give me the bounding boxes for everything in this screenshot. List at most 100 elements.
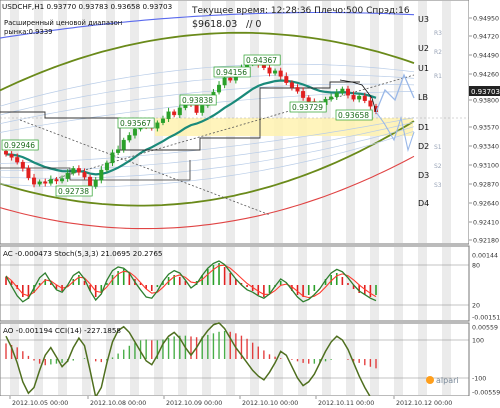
candle-body	[329, 96, 334, 100]
time-tick-label: 2012.10.10 00:00	[242, 400, 298, 407]
price-tick-label: 0.94950	[473, 16, 499, 23]
price-tick-label: 0.93340	[473, 144, 499, 151]
candle-body	[166, 111, 171, 120]
level-label: D2	[418, 142, 429, 151]
candle-body	[104, 162, 109, 171]
ao-tick-label: 100	[472, 338, 484, 345]
candle-body	[99, 169, 104, 181]
candle-body	[65, 172, 70, 179]
candle-body	[200, 105, 205, 113]
time-stripe	[106, 1, 115, 243]
candle-body	[340, 88, 345, 94]
candle-body	[345, 88, 350, 96]
candle-body	[15, 157, 20, 163]
time-stripe	[442, 1, 451, 243]
time-stripe	[298, 247, 307, 320]
candle-body	[93, 180, 98, 187]
level-label: U2	[418, 44, 429, 53]
ao-tick-label: -0.00559	[472, 390, 500, 397]
candle-body	[368, 100, 373, 107]
candle-body	[357, 95, 362, 100]
candle-body	[32, 177, 37, 185]
symbol-line: USDCHF,H1 0.93770 0.93783 0.93658 0.9370…	[2, 2, 172, 11]
candle-body	[301, 91, 306, 98]
candle-body	[289, 82, 294, 88]
inner-band-label: S1	[434, 144, 442, 151]
zero-counter: // 0	[246, 19, 261, 30]
time-stripe	[202, 247, 211, 320]
time-tick-label: 2012.10.08 00:00	[90, 400, 146, 407]
time-tick-label: 2012.10.05 00:00	[12, 400, 68, 407]
alpari-watermark: alpari	[436, 376, 459, 385]
time-stripe	[370, 324, 379, 395]
candle-body	[127, 135, 132, 141]
ao-tick-label: 0.00559	[472, 325, 498, 332]
candle-body	[228, 77, 233, 81]
candle-body	[273, 70, 278, 74]
time-stripe	[274, 324, 283, 395]
candle-body	[132, 128, 137, 136]
price-annotation-label: 0.92946	[4, 141, 35, 150]
price-tick-label: 0.92180	[473, 238, 499, 245]
time-stripe	[10, 1, 19, 243]
ac-panel-title: AC -0.000473 Stoch(5,3,3) 21.0695 20.276…	[3, 249, 162, 258]
price-tick-label: 0.92870	[473, 182, 499, 189]
price-annotation-label: 0.92738	[58, 187, 89, 196]
level-label: U1	[418, 64, 429, 73]
candle-body	[76, 168, 81, 173]
candle-body	[172, 111, 177, 116]
price-tick-label: 0.93100	[473, 163, 499, 170]
price-annotation-label: 0.94367	[246, 56, 277, 65]
balance: $9618.03	[192, 19, 237, 30]
inner-band-label: S3	[434, 182, 442, 189]
candle-body	[351, 95, 356, 100]
candle-body	[116, 149, 121, 153]
time-stripe	[34, 1, 43, 243]
candle-body	[88, 176, 93, 187]
price-tick-label: 0.92640	[473, 201, 499, 208]
level-label: D1	[418, 123, 429, 132]
candle-body	[284, 76, 289, 83]
candle-body	[155, 122, 160, 129]
alpari-logo-icon	[426, 376, 434, 384]
time-stripe	[82, 1, 91, 243]
level-label: U3	[418, 15, 429, 24]
time-stripe	[250, 247, 259, 320]
ac-tick-label: -0.00151	[472, 315, 500, 322]
time-stripe	[394, 324, 403, 395]
server-time: Текущее время: 12:28:36 Плечо:500 Спрэд:…	[191, 6, 410, 16]
candle-body	[177, 107, 182, 116]
candle-body	[43, 181, 48, 184]
price-tick-label: 0.94720	[473, 34, 499, 41]
time-tick-label: 2012.10.11 00:00	[318, 400, 374, 407]
time-tick-label: 2012.10.12 00:00	[396, 400, 452, 407]
time-stripe	[322, 324, 331, 395]
price-annotation-label: 0.94156	[216, 68, 247, 77]
price-tick-label: 0.94490	[473, 53, 499, 60]
time-stripe	[418, 247, 427, 320]
note-line-1: Расширенный ценовой диапазон	[4, 19, 122, 27]
candle-body	[82, 172, 87, 178]
ao-tick-label: -100	[472, 376, 486, 383]
time-tick-label: 2012.10.09 00:00	[166, 400, 222, 407]
time-stripe	[442, 247, 451, 320]
candle-body	[278, 70, 283, 77]
candle-body	[217, 84, 222, 93]
time-stripe	[202, 324, 211, 395]
candle-body	[54, 179, 59, 182]
candle-body	[222, 77, 227, 86]
consolidation-zone	[155, 118, 413, 136]
candle-body	[110, 152, 115, 164]
ac-tick-label: 20	[472, 303, 480, 310]
time-stripe	[370, 247, 379, 320]
ac-tick-label: 80	[472, 263, 480, 270]
price-tick-label: 0.94260	[473, 72, 499, 79]
inner-band-label: R3	[434, 30, 442, 37]
candle-body	[60, 178, 65, 182]
candle-body	[9, 154, 14, 158]
candle-body	[362, 95, 367, 101]
time-stripe	[178, 324, 187, 395]
candle-body	[3, 150, 8, 155]
time-stripe	[418, 324, 427, 395]
level-label: D3	[418, 171, 429, 180]
